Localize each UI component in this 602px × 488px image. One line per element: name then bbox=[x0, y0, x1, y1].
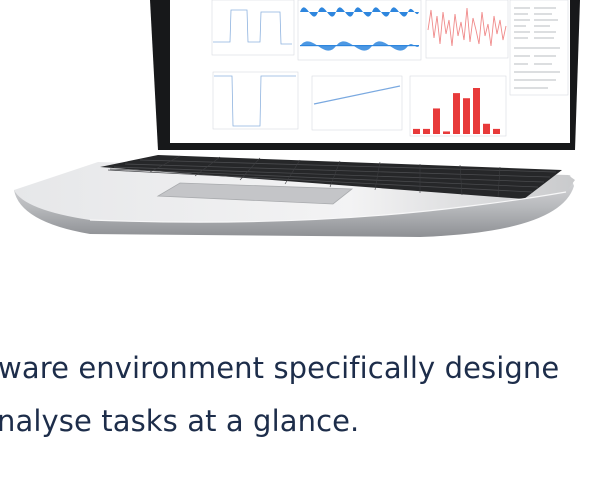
bar bbox=[473, 88, 480, 134]
bar bbox=[433, 108, 440, 134]
chart-panel-bottom-left bbox=[212, 71, 299, 130]
bar bbox=[483, 123, 490, 134]
chart-panel-top-right bbox=[425, 0, 509, 59]
chart-panel-top-left bbox=[211, 0, 295, 56]
bar bbox=[443, 131, 450, 134]
caption-line-1: ware environment specifically designe bbox=[0, 351, 560, 385]
bar-chart bbox=[409, 75, 507, 137]
bar bbox=[413, 128, 420, 134]
info-panel-right bbox=[509, 0, 569, 96]
caption-line-2: nalyse tasks at a glance. bbox=[0, 404, 360, 438]
bar bbox=[453, 93, 460, 134]
chart-panel-top-middle bbox=[297, 0, 422, 61]
bar bbox=[423, 128, 430, 134]
bar bbox=[493, 128, 500, 134]
chart-panel-bottom-middle bbox=[311, 75, 403, 131]
bar bbox=[463, 98, 470, 134]
